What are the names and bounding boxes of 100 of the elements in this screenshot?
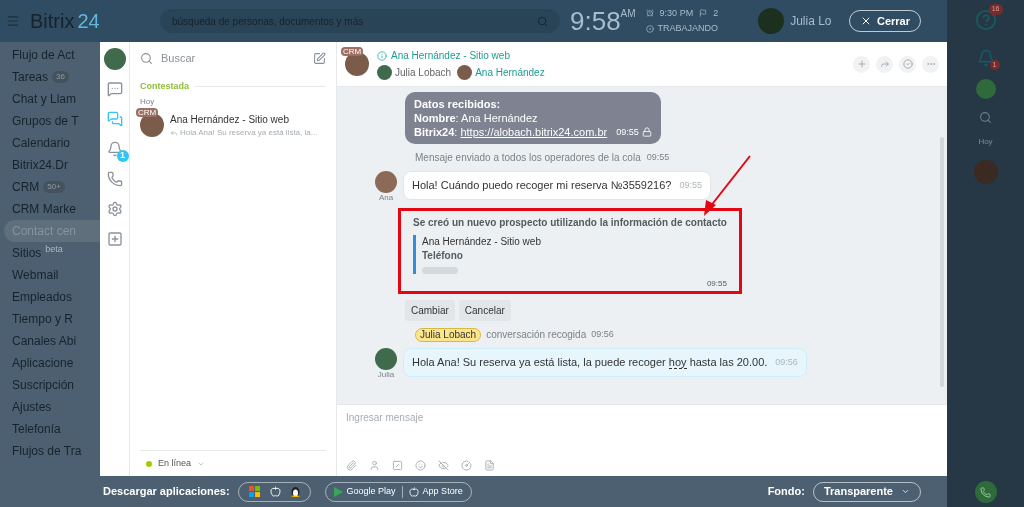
windows-icon[interactable] xyxy=(248,486,260,497)
message-text: Hola! Cuándo puedo recoger mi reserva №3559216? xyxy=(412,178,672,193)
data-line: Bitrix24: xyxy=(414,125,458,139)
sidebar-label: Tiempo y R xyxy=(12,311,73,328)
sidebar-item[interactable]: Ajustes xyxy=(12,396,100,418)
menu-icon[interactable] xyxy=(6,14,20,28)
reply-icon xyxy=(170,128,178,137)
background-label: Fondo: xyxy=(767,484,805,500)
sidebar-item[interactable]: Tareas 36 xyxy=(12,66,100,88)
sidebar-label: Canales Abi xyxy=(12,333,77,350)
sidebar-label: Tareas xyxy=(12,69,49,86)
work-status: TRABAJANDO xyxy=(657,22,719,35)
apple-icon[interactable] xyxy=(269,486,281,497)
sidebar-label: Grupos de T xyxy=(12,113,79,130)
sidebar-label: Calendario xyxy=(12,135,71,152)
phone-button[interactable] xyxy=(974,481,997,503)
data-link[interactable]: https://alobach.bitrix24.com.br xyxy=(460,125,608,139)
action-button[interactable]: Cambiar xyxy=(405,300,455,321)
add-icon[interactable] xyxy=(853,55,870,73)
sidebar-label: Bitrix24.Dr xyxy=(12,157,68,174)
sidebar-item[interactable]: Bitrix24.Dr xyxy=(12,154,100,176)
user-icon[interactable] xyxy=(369,460,380,471)
sidebar-item[interactable]: Tiempo y R xyxy=(12,308,100,330)
caret-icon xyxy=(901,487,910,496)
message-time: 09:56 xyxy=(591,327,614,341)
participant-name[interactable]: Julia Lobach xyxy=(395,65,452,80)
compose-icon[interactable] xyxy=(313,51,326,65)
data-line: Nombre: Ana Hernández xyxy=(414,111,538,125)
search-icon xyxy=(140,51,153,65)
flag-count: 2 xyxy=(713,6,719,20)
google-play-link[interactable]: Google Play xyxy=(333,484,396,499)
sidebar-item[interactable]: Flujo de Act xyxy=(12,44,100,66)
sidebar-label: Telefonía xyxy=(12,421,61,438)
clock-suffix: AM xyxy=(620,7,636,19)
sidebar-item[interactable]: Suscripción xyxy=(12,374,100,396)
input-placeholder: Ingresar mensaje xyxy=(346,411,425,425)
sidebar-item[interactable]: Grupos de T xyxy=(12,110,100,132)
participant-name[interactable]: Ana Hernández xyxy=(475,65,545,80)
phone-icon xyxy=(980,486,991,498)
blurred-value xyxy=(422,267,458,274)
logo-number: 24 xyxy=(77,9,100,34)
beta-label: beta xyxy=(45,244,63,254)
sidebar-label: Flujos de Tra xyxy=(12,443,82,460)
sidebar-item[interactable]: Sitios beta xyxy=(12,242,100,264)
forward-icon[interactable] xyxy=(876,55,893,73)
counter-badge: 50+ xyxy=(43,181,65,193)
message-time: 09:55 xyxy=(646,150,670,164)
more-icon[interactable] xyxy=(922,55,939,73)
user-avatar xyxy=(758,8,785,34)
sidebar-item[interactable]: Calendario xyxy=(12,132,100,154)
author-name: Ana xyxy=(378,193,394,202)
apple-icon xyxy=(408,486,419,497)
message-time: 09:55 xyxy=(616,126,639,139)
message-time: 09:56 xyxy=(775,355,798,369)
help-icon[interactable] xyxy=(974,9,997,31)
file-icon[interactable] xyxy=(484,460,495,471)
data-title: Datos recibidos: xyxy=(414,97,502,111)
sidebar-label: Empleados xyxy=(12,289,73,306)
sidebar-item[interactable]: CRM 50+ xyxy=(12,176,100,198)
field-label: Teléfono xyxy=(422,249,464,263)
alarm-time: 9:30 PM xyxy=(659,6,694,20)
paperclip-icon[interactable] xyxy=(346,460,357,471)
action-button[interactable]: Cancelar xyxy=(458,300,511,321)
sidebar-item[interactable]: Empleados xyxy=(12,286,100,308)
sidebar-label: Aplicacione xyxy=(12,355,74,372)
day-label: Hoy xyxy=(139,95,156,108)
sidebar-item[interactable]: Aplicacione xyxy=(12,352,100,374)
slash-icon[interactable] xyxy=(392,460,403,471)
sidebar-item[interactable]: Flujos de Tra xyxy=(12,440,100,462)
chat-title[interactable]: Ana Hernández - Sitio web xyxy=(391,48,510,63)
sidebar-label: Sitios xyxy=(12,245,42,262)
chat-list-item[interactable]: CRM Ana Hernández - Sitio web Hola Ana! Su reserva ya está lista, la... xyxy=(130,107,336,143)
sidebar-label: CRM Marke xyxy=(12,201,76,218)
user-avatar xyxy=(103,48,126,70)
status-selector[interactable]: En línea xyxy=(158,456,192,471)
alarm-icon xyxy=(645,9,654,18)
sidebar-item[interactable]: Telefonía xyxy=(12,418,100,440)
message-time: 09:55 xyxy=(706,278,727,290)
sidebar-item[interactable]: Chat y Llam xyxy=(12,88,100,110)
day-label: Hoy xyxy=(978,136,993,148)
search-icon[interactable] xyxy=(979,111,992,124)
clock-time: 9:58 xyxy=(570,6,621,36)
sidebar-item[interactable]: Webmail xyxy=(12,264,100,286)
counter-badge: 36 xyxy=(52,71,69,83)
circle-icon[interactable] xyxy=(461,460,472,471)
sidebar-label: Suscripción xyxy=(12,377,75,394)
message-input[interactable]: Ingresar mensaje xyxy=(337,404,947,476)
message-text: Hola Ana! Su reserva ya está lista, la puede recoger hoy hasta las 20.00. xyxy=(412,355,768,371)
smile-icon[interactable] xyxy=(415,460,426,471)
search-icon xyxy=(537,15,548,27)
chat-preview: Hola Ana! Su reserva ya está lista, la... xyxy=(180,126,318,139)
app-store-link[interactable]: App Store xyxy=(408,484,463,499)
sidebar-item[interactable]: Canales Abi xyxy=(12,330,100,352)
eye-off-icon[interactable] xyxy=(438,460,449,471)
sidebar-label: Ajustes xyxy=(12,399,52,416)
search-field[interactable]: Buscar xyxy=(161,49,305,67)
penguin-icon[interactable] xyxy=(290,486,300,497)
bell-icon[interactable] xyxy=(976,49,995,67)
message-time: 09:55 xyxy=(679,178,702,192)
sidebar-item[interactable]: CRM Marke xyxy=(12,198,100,220)
